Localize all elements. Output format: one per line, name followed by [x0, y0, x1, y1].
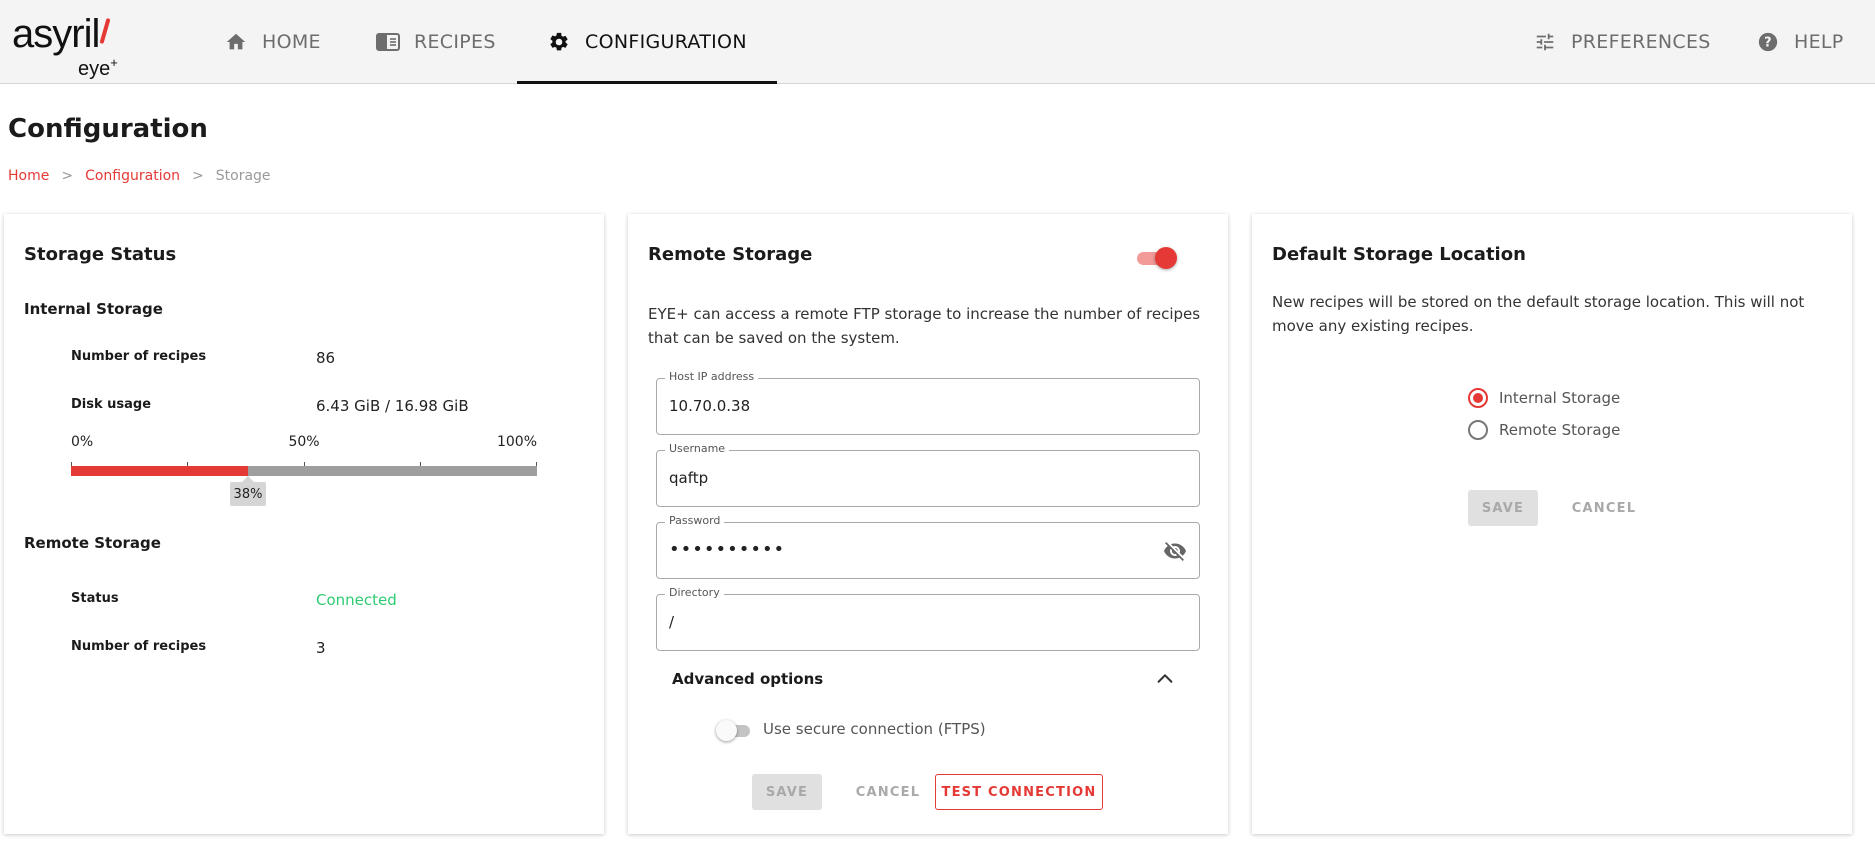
- scale-label-0: 0%: [71, 434, 94, 450]
- logo-product: eye+: [78, 55, 118, 81]
- book-icon: [376, 30, 400, 54]
- default-storage-title: Default Storage Location: [1272, 244, 1526, 265]
- toggle-knob: [716, 720, 737, 741]
- breadcrumb: Home > Configuration > Storage: [8, 168, 271, 184]
- logo-product-name: eye: [78, 58, 111, 80]
- remote-status-value: Connected: [316, 591, 397, 609]
- scale-label-100: 100%: [496, 434, 537, 450]
- nav-help[interactable]: ? HELP: [1756, 0, 1844, 84]
- storage-status-title: Storage Status: [24, 244, 177, 265]
- test-connection-button[interactable]: TEST CONNECTION: [935, 774, 1103, 810]
- svg-text:?: ?: [1764, 36, 1772, 51]
- chevron-up-icon[interactable]: [1154, 668, 1176, 690]
- toggle-knob: [1155, 247, 1177, 269]
- remote-save-button[interactable]: SAVE: [752, 774, 822, 810]
- password-input[interactable]: [669, 539, 1149, 560]
- nav-preferences[interactable]: PREFERENCES: [1533, 0, 1711, 84]
- username-input[interactable]: [669, 469, 1149, 487]
- breadcrumb-home[interactable]: Home: [8, 168, 49, 184]
- disk-usage-label: Disk usage: [71, 397, 152, 412]
- password-label: Password: [665, 514, 725, 527]
- help-icon: ?: [1756, 30, 1780, 54]
- username-field[interactable]: Username: [656, 442, 1200, 507]
- internal-recipes-value: 86: [316, 349, 336, 367]
- remote-storage-description: EYE+ can access a remote FTP storage to …: [648, 305, 1201, 347]
- host-ip-input[interactable]: [669, 397, 1149, 415]
- radio-internal-storage-label: Internal Storage: [1499, 389, 1621, 407]
- remote-recipes-value: 3: [316, 639, 326, 657]
- home-icon: [224, 30, 248, 54]
- breadcrumb-separator: >: [192, 168, 204, 184]
- ftps-toggle[interactable]: [716, 720, 752, 741]
- disk-usage-percent-badge: 38%: [230, 476, 266, 506]
- default-cancel-button[interactable]: CANCEL: [1558, 490, 1650, 526]
- directory-label: Directory: [665, 586, 724, 599]
- top-navigation-bar: asyril eye+ HOME RECIPES CONFIGURATION P…: [0, 0, 1875, 84]
- username-label: Username: [665, 442, 730, 455]
- default-storage-description: New recipes will be stored on the defaul…: [1272, 293, 1805, 335]
- radio-remote-storage[interactable]: Remote Storage: [1468, 420, 1620, 440]
- remote-storage-card: Remote Storage EYE+ can access a remote …: [628, 214, 1228, 834]
- logo-wordmark: asyril: [12, 12, 100, 56]
- disk-usage-gauge: 0% 50% 100% 38%: [71, 434, 537, 514]
- remote-cancel-button[interactable]: CANCEL: [842, 774, 934, 810]
- breadcrumb-separator: >: [61, 168, 74, 184]
- nav-preferences-label: PREFERENCES: [1571, 31, 1711, 53]
- disk-usage-value: 6.43 GiB / 16.98 GiB: [316, 397, 469, 415]
- tune-sliders-icon: [1533, 30, 1557, 54]
- disk-usage-fill: [71, 466, 248, 476]
- disk-usage-bar: [71, 462, 537, 476]
- breadcrumb-current: Storage: [215, 168, 271, 184]
- host-ip-label: Host IP address: [665, 370, 759, 383]
- remote-status-label: Status: [71, 591, 119, 606]
- remote-recipes-label: Number of recipes: [71, 639, 207, 654]
- password-field[interactable]: Password: [656, 514, 1200, 579]
- radio-button-checked[interactable]: [1468, 388, 1488, 408]
- asyril-eye-logo[interactable]: asyril eye+: [12, 10, 127, 80]
- directory-field[interactable]: Directory: [656, 586, 1200, 651]
- nav-tab-recipes[interactable]: RECIPES: [376, 0, 496, 84]
- remote-storage-heading: Remote Storage: [24, 534, 161, 552]
- host-ip-field[interactable]: Host IP address: [656, 370, 1200, 435]
- visibility-off-icon[interactable]: [1163, 539, 1187, 563]
- nav-tab-home[interactable]: HOME: [224, 0, 321, 84]
- radio-button-unchecked[interactable]: [1468, 420, 1488, 440]
- internal-storage-heading: Internal Storage: [24, 300, 163, 318]
- remote-storage-toggle[interactable]: [1137, 247, 1177, 269]
- scale-label-50: 50%: [288, 434, 320, 450]
- logo-accent-slash: [99, 17, 111, 45]
- breadcrumb-configuration[interactable]: Configuration: [85, 168, 180, 184]
- ftps-toggle-label: Use secure connection (FTPS): [763, 720, 986, 738]
- nav-help-label: HELP: [1794, 31, 1844, 53]
- remote-storage-title: Remote Storage: [648, 244, 813, 265]
- default-save-button[interactable]: SAVE: [1468, 490, 1538, 526]
- directory-input[interactable]: [669, 613, 1149, 631]
- nav-tab-configuration[interactable]: CONFIGURATION: [517, 0, 777, 84]
- gear-icon: [547, 30, 571, 54]
- radio-remote-storage-label: Remote Storage: [1499, 421, 1621, 439]
- storage-status-card: Storage Status Internal Storage Number o…: [4, 214, 604, 834]
- radio-internal-storage[interactable]: Internal Storage: [1468, 388, 1620, 408]
- internal-recipes-label: Number of recipes: [71, 349, 207, 364]
- advanced-options-label[interactable]: Advanced options: [672, 670, 823, 688]
- page-title: Configuration: [8, 114, 208, 144]
- nav-tab-recipes-label: RECIPES: [414, 31, 496, 53]
- nav-tab-configuration-label: CONFIGURATION: [585, 31, 747, 53]
- default-storage-location-card: Default Storage Location New recipes wil…: [1252, 214, 1852, 834]
- logo-product-sup: +: [110, 55, 118, 70]
- nav-tab-home-label: HOME: [262, 31, 321, 53]
